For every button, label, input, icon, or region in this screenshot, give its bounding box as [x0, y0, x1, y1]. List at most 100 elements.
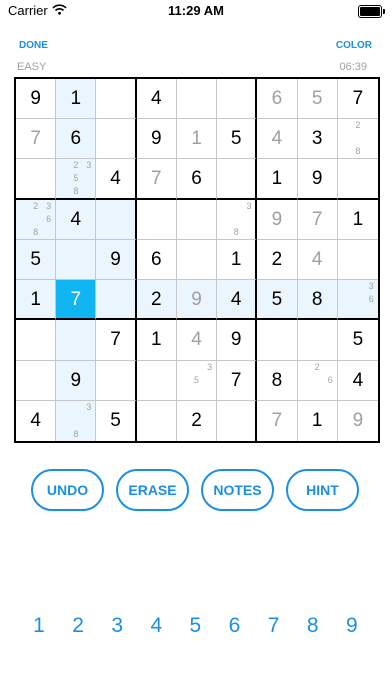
grid-cell[interactable]: 7 — [297, 199, 338, 240]
number-button[interactable]: 6 — [219, 610, 251, 642]
grid-cell[interactable] — [176, 199, 218, 240]
grid-cell[interactable]: 9 — [217, 320, 258, 361]
done-button[interactable]: DONE — [19, 40, 48, 51]
grid-cell[interactable]: 4 — [56, 199, 97, 240]
erase-button[interactable]: ERASE — [116, 469, 189, 511]
grid-cell[interactable]: 38 — [56, 400, 97, 441]
grid-cell[interactable]: 1 — [257, 159, 298, 200]
grid-cell[interactable]: 5 — [217, 119, 258, 160]
grid-cell[interactable]: 1 — [16, 280, 57, 321]
grid-cell[interactable]: 4 — [257, 119, 298, 160]
grid-cell[interactable]: 7 — [96, 320, 137, 361]
grid-cell[interactable]: 9 — [257, 199, 298, 240]
grid-cell[interactable]: 2358 — [56, 159, 97, 200]
grid-cell[interactable] — [176, 79, 218, 120]
grid-cell[interactable]: 36 — [337, 280, 378, 321]
grid-cell[interactable]: 8 — [297, 280, 338, 321]
grid-cell[interactable] — [136, 360, 177, 401]
grid-cell[interactable]: 8 — [257, 360, 298, 401]
undo-button[interactable]: UNDO — [31, 469, 104, 511]
grid-cell[interactable]: 4 — [136, 79, 177, 120]
grid-cell[interactable] — [56, 239, 97, 281]
grid-cell[interactable]: 2 — [177, 400, 218, 441]
number-button[interactable]: 4 — [140, 610, 172, 642]
grid-cell[interactable]: 9 — [56, 360, 97, 401]
note-digit — [82, 414, 95, 427]
grid-cell[interactable] — [297, 320, 338, 361]
grid-cell[interactable]: 3 — [297, 119, 338, 160]
grid-cell[interactable] — [56, 320, 97, 361]
grid-cell[interactable] — [217, 159, 258, 200]
number-button[interactable]: 1 — [23, 610, 55, 642]
grid-cell[interactable]: 1 — [337, 200, 378, 240]
cell-notes: 28 — [338, 119, 378, 158]
notes-button[interactable]: NOTES — [201, 469, 274, 511]
grid-cell[interactable] — [217, 79, 258, 120]
grid-cell[interactable]: 9 — [16, 79, 57, 120]
grid-cell[interactable] — [16, 320, 57, 361]
grid-cell[interactable]: 7 — [56, 280, 97, 321]
grid-cell[interactable]: 23 68 — [16, 199, 57, 240]
grid-cell[interactable] — [137, 400, 177, 441]
grid-cell[interactable]: 1 — [176, 119, 218, 160]
grid-cell[interactable] — [16, 360, 57, 401]
grid-cell[interactable]: 6 — [176, 159, 218, 200]
grid-cell[interactable]: 1 — [217, 239, 258, 281]
grid-cell[interactable]: 4 — [16, 400, 57, 441]
grid-cell[interactable]: 7 — [136, 159, 177, 200]
grid-cell[interactable]: 5 — [297, 79, 338, 120]
grid-cell[interactable]: 6 — [136, 239, 177, 281]
grid-cell[interactable]: 6 — [257, 79, 298, 120]
hint-button[interactable]: HINT — [286, 469, 359, 511]
number-button[interactable]: 5 — [179, 610, 211, 642]
grid-cell[interactable]: 1 — [136, 320, 177, 361]
cell-digit: 8 — [271, 369, 283, 391]
grid-cell[interactable]: 1 — [298, 400, 338, 441]
grid-cell[interactable] — [96, 280, 137, 321]
grid-cell[interactable] — [96, 79, 137, 120]
grid-cell[interactable] — [96, 199, 137, 240]
grid-cell[interactable]: 35 — [176, 360, 218, 401]
grid-cell[interactable]: 7 — [257, 400, 298, 441]
grid-cell[interactable]: 2 — [136, 280, 177, 321]
grid-cell[interactable]: 5 — [16, 239, 57, 281]
grid-cell[interactable]: 9 — [96, 239, 137, 281]
grid-cell[interactable]: 6 — [56, 119, 97, 160]
grid-cell[interactable] — [337, 240, 378, 281]
grid-cell[interactable]: 28 — [337, 119, 378, 160]
grid-cell[interactable]: 9 — [136, 119, 177, 160]
number-button[interactable]: 9 — [336, 610, 368, 642]
number-button[interactable]: 2 — [62, 610, 94, 642]
grid-cell[interactable]: 5 — [337, 320, 378, 361]
cell-digit: 5 — [110, 410, 121, 432]
grid-cell[interactable]: 7 — [337, 79, 378, 120]
grid-cell[interactable] — [136, 199, 177, 240]
grid-cell[interactable]: 7 — [217, 360, 258, 401]
grid-cell[interactable]: 38 — [217, 199, 258, 240]
number-button[interactable]: 8 — [297, 610, 329, 642]
grid-cell[interactable]: 4 — [337, 361, 378, 401]
grid-cell[interactable] — [217, 400, 258, 441]
grid-cell[interactable]: 5 — [96, 400, 137, 441]
grid-cell[interactable]: 26 — [297, 360, 338, 401]
grid-cell[interactable] — [337, 159, 378, 200]
number-button[interactable]: 3 — [101, 610, 133, 642]
grid-cell[interactable]: 1 — [56, 79, 97, 120]
grid-cell[interactable]: 4 — [297, 239, 338, 281]
grid-cell[interactable] — [176, 239, 218, 281]
grid-cell[interactable] — [16, 159, 57, 200]
grid-cell[interactable]: 4 — [217, 280, 258, 321]
grid-cell[interactable] — [96, 360, 137, 401]
grid-cell[interactable]: 2 — [257, 239, 298, 281]
grid-cell[interactable]: 9 — [297, 159, 338, 200]
grid-cell[interactable]: 7 — [16, 119, 57, 160]
grid-cell[interactable] — [96, 119, 137, 160]
grid-cell[interactable]: 4 — [96, 159, 137, 200]
grid-cell[interactable]: 4 — [176, 320, 218, 361]
grid-cell[interactable] — [257, 320, 298, 361]
grid-cell[interactable]: 9 — [176, 280, 218, 321]
number-button[interactable]: 7 — [258, 610, 290, 642]
grid-cell[interactable]: 5 — [257, 280, 298, 321]
color-button[interactable]: COLOR — [336, 40, 372, 51]
grid-cell[interactable]: 9 — [338, 401, 378, 441]
